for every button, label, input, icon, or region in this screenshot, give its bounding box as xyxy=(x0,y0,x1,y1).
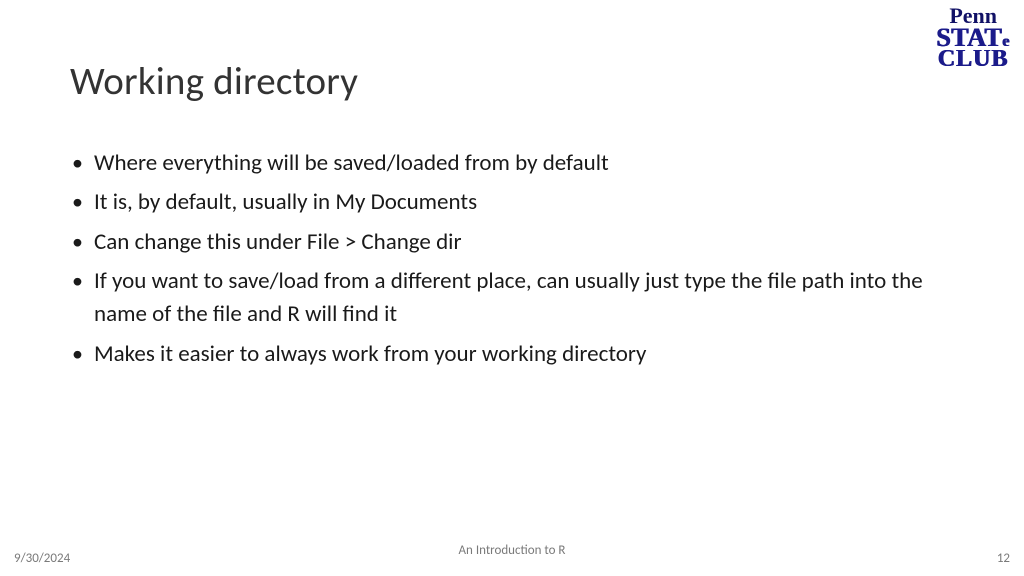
slide-title: Working directory xyxy=(70,58,954,105)
bullet-item: If you want to save/load from a differen… xyxy=(70,265,950,332)
bullet-item: It is, by default, usually in My Documen… xyxy=(70,186,950,219)
footer-subtitle: An Introduction to R xyxy=(459,543,566,558)
footer-page-number: 12 xyxy=(997,551,1010,566)
logo-line-3: CLUB xyxy=(936,49,1010,71)
slide: Working directory Where everything will … xyxy=(0,0,1024,576)
bullet-item: Makes it easier to always work from your… xyxy=(70,338,950,371)
bullet-item: Where everything will be saved/loaded fr… xyxy=(70,147,950,180)
footer-date: 9/30/2024 xyxy=(14,551,70,566)
bullet-item: Can change this under File > Change dir xyxy=(70,226,950,259)
bullet-list: Where everything will be saved/loaded fr… xyxy=(70,147,950,371)
penn-state-club-logo: Penn STATe CLUB xyxy=(936,6,1010,71)
